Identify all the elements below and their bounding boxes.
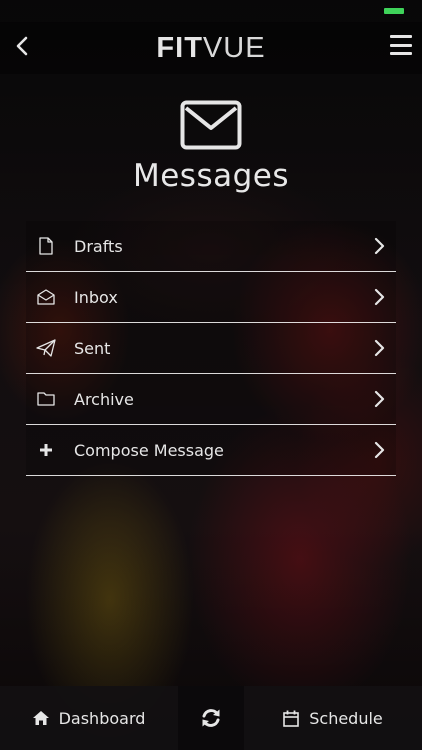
tab-schedule-label: Schedule bbox=[309, 708, 383, 728]
status-bar bbox=[0, 0, 422, 22]
menu-item-archive[interactable]: Archive bbox=[26, 374, 396, 425]
menu-item-label: Compose Message bbox=[74, 440, 224, 460]
hamburger-line bbox=[390, 52, 412, 55]
back-button[interactable] bbox=[10, 32, 34, 60]
page-title: Messages bbox=[132, 158, 290, 194]
chevron-right-icon bbox=[374, 237, 385, 255]
tab-schedule[interactable]: Schedule bbox=[244, 686, 422, 750]
home-icon bbox=[32, 711, 49, 725]
plus-icon bbox=[36, 440, 56, 460]
menu-item-label: Sent bbox=[74, 338, 111, 358]
hamburger-line bbox=[390, 35, 412, 38]
inbox-icon bbox=[36, 287, 56, 307]
chevron-right-icon bbox=[374, 339, 385, 357]
logo-light-text: VUE bbox=[202, 31, 266, 64]
menu-item-sent[interactable]: Sent bbox=[26, 323, 396, 374]
chevron-right-icon bbox=[374, 441, 385, 459]
menu-item-drafts[interactable]: Drafts bbox=[26, 221, 396, 272]
file-icon bbox=[36, 236, 56, 256]
paper-plane-icon bbox=[36, 338, 56, 358]
page-hero: Messages bbox=[0, 100, 422, 194]
refresh-button[interactable] bbox=[178, 686, 244, 750]
app-logo: FIT VUE bbox=[156, 32, 265, 65]
menu-item-label: Inbox bbox=[74, 287, 118, 307]
calendar-icon bbox=[283, 710, 300, 727]
menu-item-compose-message[interactable]: Compose Message bbox=[26, 425, 396, 476]
tab-dashboard[interactable]: Dashboard bbox=[0, 686, 178, 750]
menu-item-label: Drafts bbox=[74, 236, 123, 256]
hamburger-line bbox=[390, 43, 412, 47]
refresh-icon bbox=[202, 709, 220, 727]
messages-menu: Drafts Inbox Sent Archive Compose Messag… bbox=[26, 221, 396, 476]
envelope-icon bbox=[180, 100, 242, 150]
app-header: FIT VUE bbox=[0, 22, 422, 74]
logo-bold-text: FIT bbox=[156, 31, 203, 64]
chevron-right-icon bbox=[374, 390, 385, 408]
bottom-tab-bar: Dashboard Schedule bbox=[0, 686, 422, 750]
folder-icon bbox=[36, 389, 56, 409]
menu-item-inbox[interactable]: Inbox bbox=[26, 272, 396, 323]
hamburger-menu-button[interactable] bbox=[390, 35, 412, 55]
chevron-right-icon bbox=[374, 288, 385, 306]
battery-icon bbox=[384, 8, 404, 14]
tab-dashboard-label: Dashboard bbox=[58, 708, 146, 728]
chevron-left-icon bbox=[16, 36, 28, 56]
menu-item-label: Archive bbox=[74, 389, 134, 409]
